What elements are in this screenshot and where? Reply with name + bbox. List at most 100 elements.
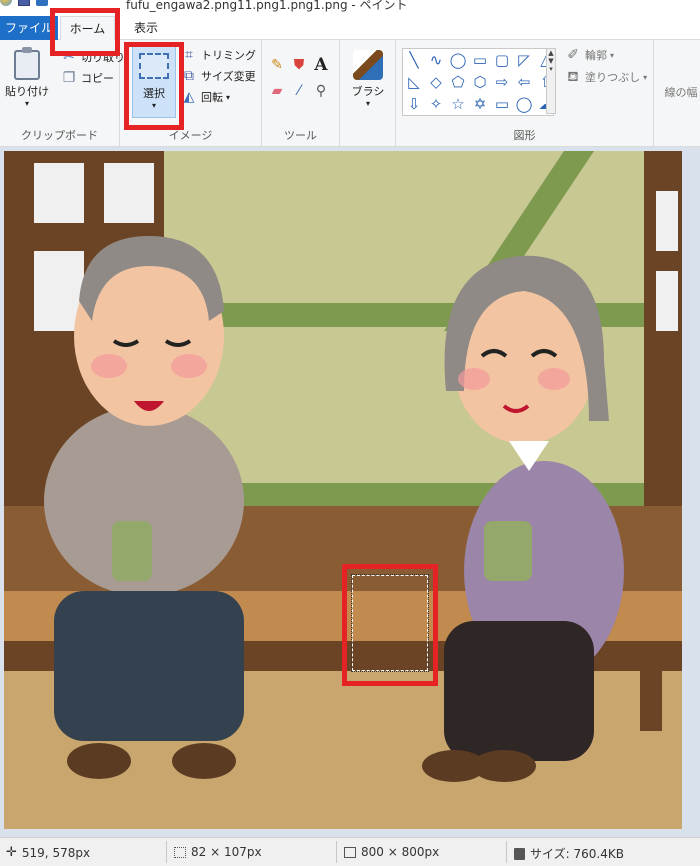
text-icon[interactable]: A (312, 56, 330, 74)
shape-item[interactable]: ▢ (492, 50, 512, 70)
shape-item[interactable]: ⇦ (514, 72, 534, 92)
copy-button[interactable]: ❐ コピー (60, 69, 114, 87)
shape-item[interactable]: ⬠ (448, 72, 468, 92)
image-size-value: 800 × 800px (361, 845, 440, 859)
brush-button[interactable]: ブラシ ▾ (346, 46, 390, 108)
shape-item[interactable]: ▭ (470, 50, 490, 70)
illustration (4, 151, 682, 829)
tab-view[interactable]: 表示 (122, 16, 170, 40)
chevron-down-icon: ▾ (226, 92, 231, 102)
shape-item[interactable]: ⬡ (470, 72, 490, 92)
highlight-selection (342, 564, 438, 686)
rotate-button[interactable]: ◭ 回転 ▾ (180, 88, 230, 106)
shape-item[interactable]: ╲ (404, 50, 424, 70)
shape-item[interactable]: ☆ (448, 94, 468, 114)
grandma-legs (444, 621, 594, 761)
cheek (171, 354, 207, 378)
resize-button[interactable]: ⧉ サイズ変更 (180, 67, 256, 85)
grandpa-legs (54, 591, 244, 741)
highlight-select-button (124, 42, 184, 130)
shape-gallery-scroll[interactable]: ▲ ▼ ▾ (546, 48, 556, 114)
paint-app-icon (0, 0, 12, 6)
brush-group: ブラシ ▾ (340, 40, 396, 147)
rotate-label: 回転 (201, 91, 223, 104)
window-pane (104, 163, 154, 223)
shape-item[interactable]: ✧ (426, 94, 446, 114)
fill-shape-button[interactable]: ⛾ 塗りつぶし ▾ (564, 68, 647, 86)
selection-size-icon (174, 846, 186, 858)
copy-label: コピー (81, 72, 114, 85)
fill-shape-label: 塗りつぶし (585, 71, 641, 84)
status-separator (506, 841, 507, 863)
chevron-down-icon: ▾ (610, 50, 615, 60)
disk-icon (514, 847, 525, 860)
cursor-position-value: 519, 578px (21, 845, 91, 860)
chevron-down-icon: ▾ (643, 72, 648, 82)
shape-item[interactable]: ∿ (426, 50, 446, 70)
shape-item[interactable]: ✡ (470, 94, 490, 114)
file-size: サイズ: 760.4KB (514, 845, 624, 862)
clipboard-group: 貼り付け ▾ ✂ 切り取り ❐ コピー クリップボード (0, 40, 125, 147)
shape-item[interactable]: ◸ (514, 50, 534, 70)
shape-item[interactable]: ◯ (448, 50, 468, 70)
chevron-down-icon: ▾ (365, 99, 370, 108)
shape-item[interactable]: ▭ (492, 94, 512, 114)
save-icon[interactable] (18, 0, 30, 6)
grandpa-shoe (67, 743, 131, 779)
eraser-icon[interactable]: ▰ (268, 82, 286, 100)
shape-item[interactable]: ◯ (514, 94, 534, 114)
highlight-home-tab (50, 8, 120, 56)
selection-size-value: 82 × 107px (191, 845, 262, 859)
status-separator (336, 841, 337, 863)
image-size-icon (344, 846, 356, 858)
tools-group: ✎ ⛊ A ▰ ⁄ ⚲ ツール (262, 40, 340, 147)
file-size-value: サイズ: 760.4KB (530, 847, 624, 861)
status-separator (166, 841, 167, 863)
resize-label: サイズ変更 (201, 70, 256, 83)
ribbon: 貼り付け ▾ ✂ 切り取り ❐ コピー クリップボード 選択 ▾ ⌗ トリミング… (0, 40, 700, 147)
shape-item[interactable]: ⇩ (404, 94, 424, 114)
shape-item[interactable]: ⇨ (492, 72, 512, 92)
cheek (458, 368, 490, 390)
outline-button[interactable]: ✐ 輪郭 ▾ (564, 46, 614, 64)
workspace[interactable] (0, 147, 700, 837)
status-bar: ✛ 519, 578px 82 × 107px 800 × 800px サイズ:… (0, 837, 700, 866)
clipboard-icon (14, 47, 40, 80)
cursor-crosshair-icon: ✛ (6, 845, 17, 860)
cursor-position: ✛ 519, 578px (6, 845, 90, 860)
trim-button[interactable]: ⌗ トリミング (180, 46, 256, 64)
shapes-group-label: 図形 (513, 129, 536, 142)
quick-access-toolbar (0, 0, 48, 6)
grandpa-shoe (172, 743, 236, 779)
fill-bucket-icon: ⛾ (567, 69, 579, 85)
magnifier-icon[interactable]: ⚲ (312, 82, 330, 100)
image-canvas[interactable] (4, 151, 682, 829)
cheek (538, 368, 570, 390)
shapes-group: ╲∿◯▭▢◸△◺◇⬠⬡⇨⇦⇧⇩✧☆✡▭◯☁ ▲▼▾ ✐ 輪郭 ▾ ⛾ 塗りつぶし… (396, 40, 654, 147)
tools-group-label: ツール (284, 129, 317, 142)
shape-item[interactable]: ◇ (426, 72, 446, 92)
trim-label: トリミング (201, 49, 256, 62)
line-width-label: 線の幅 (664, 86, 698, 99)
shape-gallery[interactable]: ╲∿◯▭▢◸△◺◇⬠⬡⇨⇦⇧⇩✧☆✡▭◯☁ (402, 48, 554, 116)
pencil-icon[interactable]: ✎ (268, 56, 286, 74)
tea-cup (112, 521, 152, 581)
color-picker-icon[interactable]: ⁄ (290, 82, 308, 100)
bench-leg (640, 651, 662, 731)
line-width-group: 線の幅 (654, 40, 700, 147)
line-width-button[interactable]: 線の幅 (658, 84, 700, 100)
paste-label: 貼り付け (5, 85, 49, 98)
clipboard-group-label: クリップボード (21, 129, 98, 142)
tea-cup (484, 521, 532, 581)
window-title: fufu_engawa2.png11.png1.png1.png - ペイント (126, 0, 408, 12)
brush-label: ブラシ (351, 85, 385, 98)
fill-icon[interactable]: ⛊ (290, 56, 308, 74)
window-pane (34, 163, 84, 223)
undo-icon[interactable] (36, 0, 48, 6)
shape-item[interactable]: ◺ (404, 72, 424, 92)
outline-icon: ✐ (567, 47, 579, 63)
selection-size: 82 × 107px (174, 845, 262, 859)
grandma-shoe (472, 750, 536, 782)
copy-icon: ❐ (62, 70, 76, 86)
paste-button[interactable]: 貼り付け ▾ (4, 47, 50, 108)
